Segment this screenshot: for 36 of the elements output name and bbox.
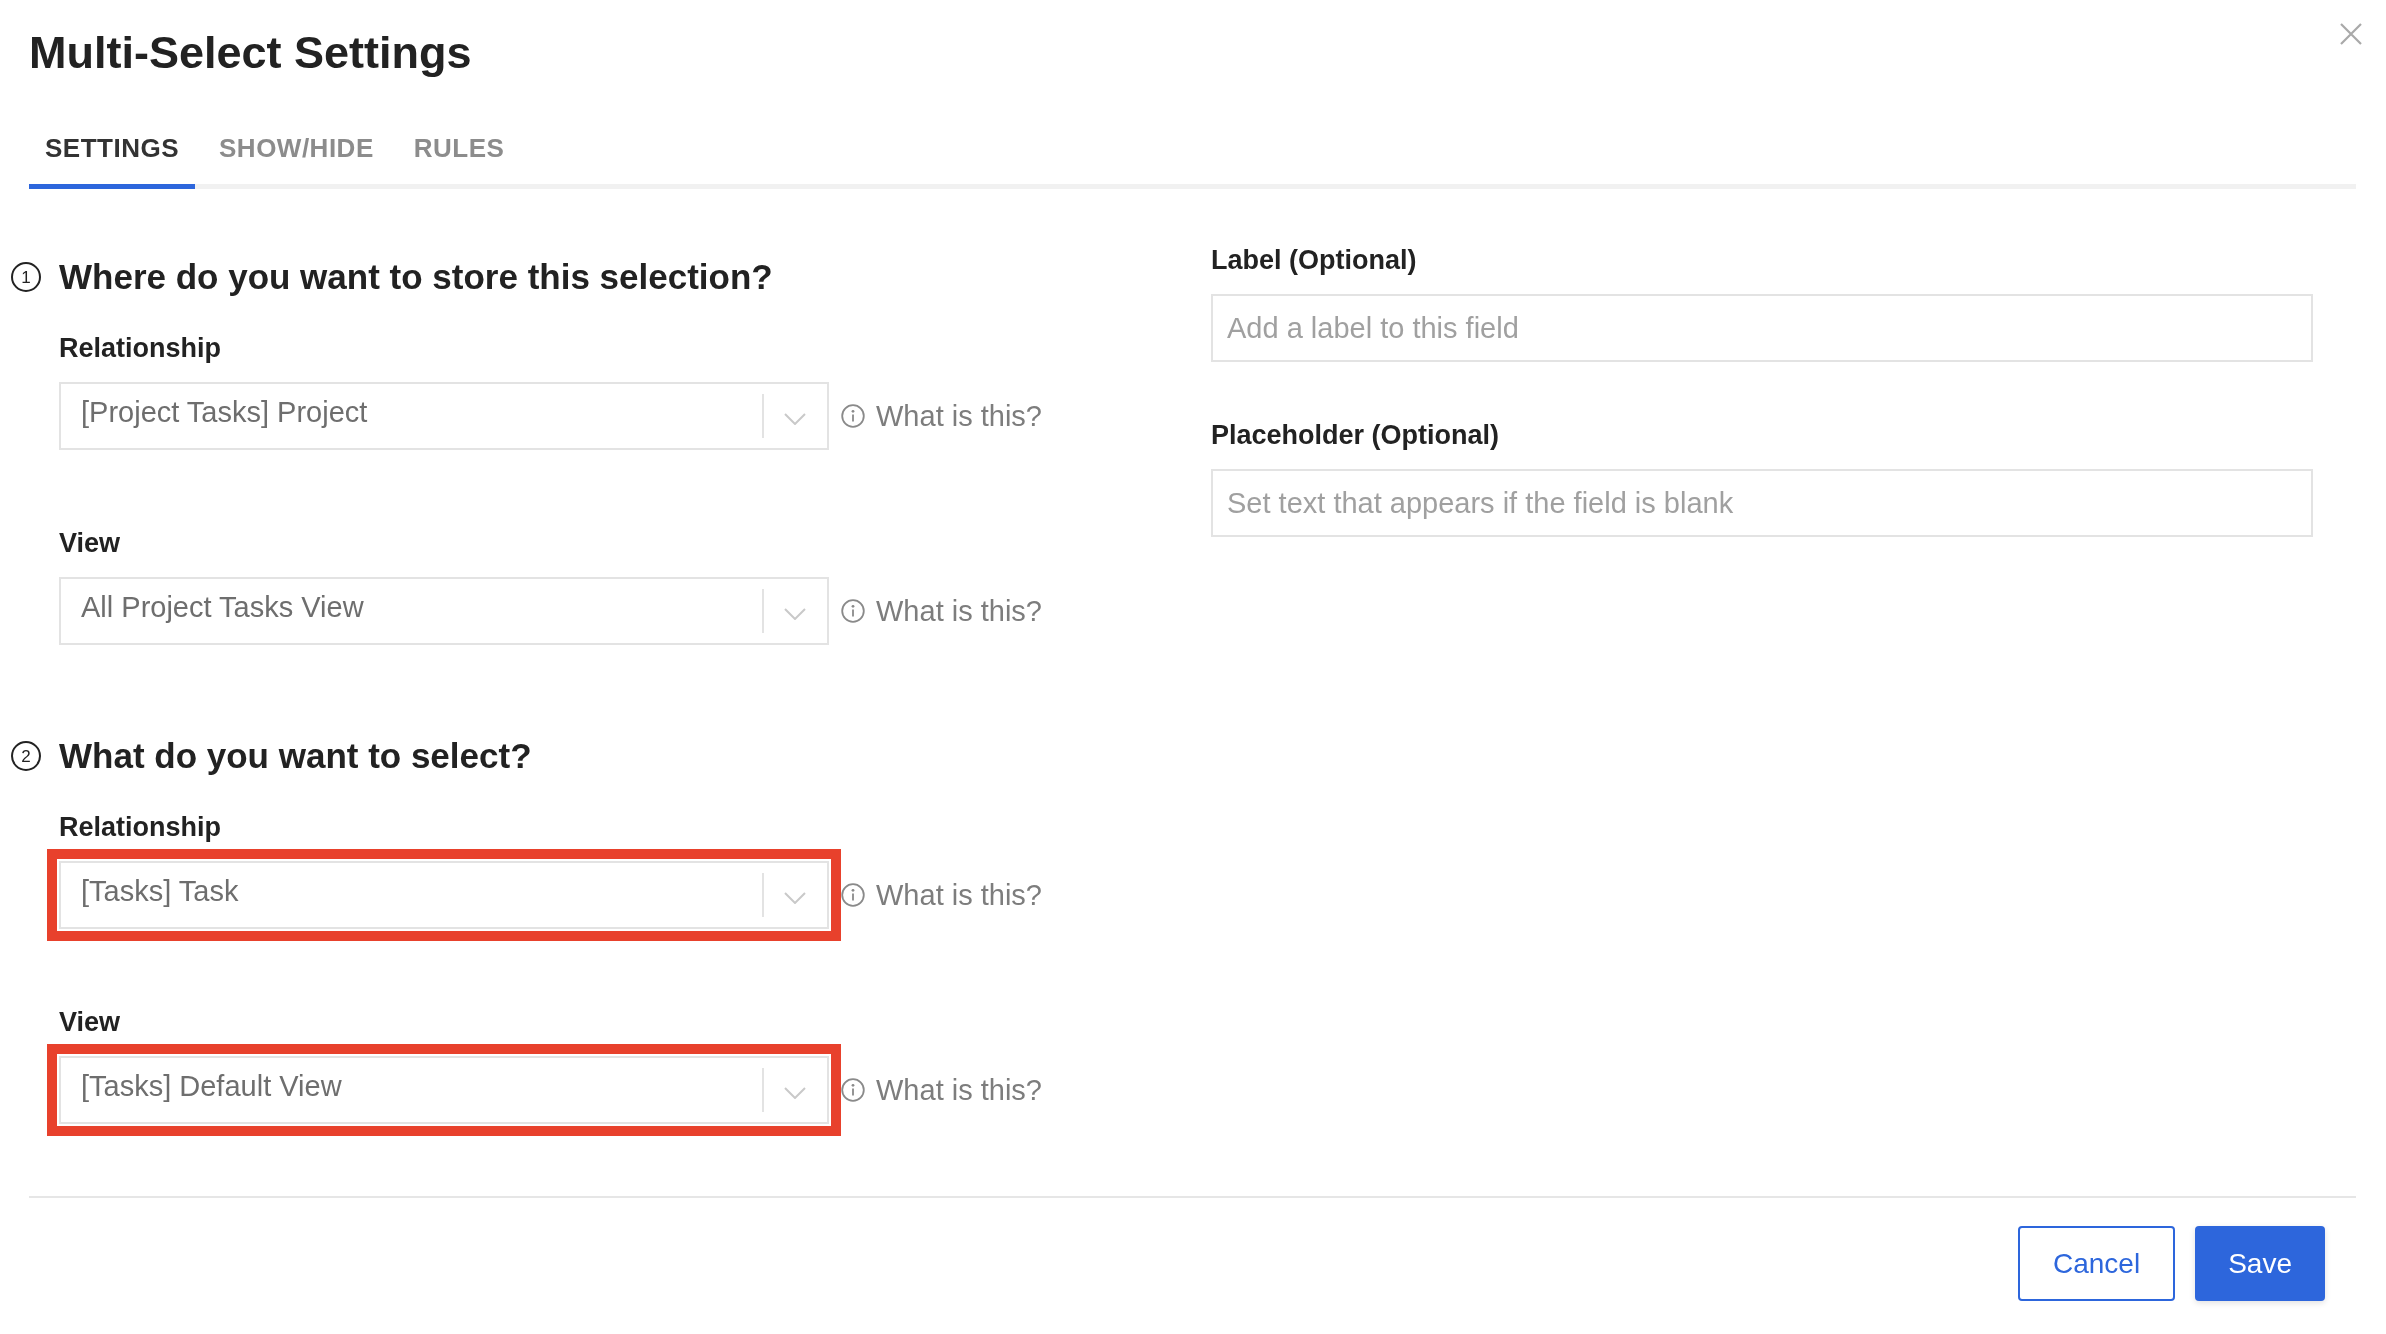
save-button[interactable]: Save	[2195, 1226, 2325, 1301]
cancel-button[interactable]: Cancel	[2018, 1226, 2176, 1301]
section-heading: What do you want to select?	[59, 736, 532, 776]
info-icon	[841, 883, 865, 907]
field-label: Placeholder (Optional)	[1211, 419, 1500, 451]
info-icon	[841, 1078, 865, 1102]
field-label: Label (Optional)	[1211, 244, 1417, 276]
field-label: View	[59, 527, 121, 559]
help-link[interactable]: What is this?	[841, 1073, 1042, 1107]
tab[interactable]: SHOW/HIDE	[203, 119, 390, 189]
dropdown[interactable]: All Project Tasks View	[59, 577, 829, 645]
help-link[interactable]: What is this?	[841, 399, 1042, 433]
text-field[interactable]: Add a label to this field	[1211, 294, 2313, 362]
tab[interactable]: SETTINGS	[29, 119, 195, 189]
dropdown[interactable]: [Tasks] Default View	[59, 1056, 829, 1124]
step-number: 1	[11, 262, 41, 292]
field-label: Relationship	[59, 811, 221, 843]
step-number: 2	[11, 741, 41, 771]
info-icon	[841, 404, 865, 428]
chevron-down-icon	[784, 608, 806, 620]
dropdown[interactable]: [Project Tasks] Project	[59, 382, 829, 450]
close-button[interactable]	[2340, 23, 2362, 45]
help-link[interactable]: What is this?	[841, 878, 1042, 912]
field-label: View	[59, 1006, 121, 1038]
dropdown[interactable]: [Tasks] Task	[59, 861, 829, 929]
info-icon	[841, 599, 865, 623]
chevron-down-icon	[784, 413, 806, 425]
dialog-title: Multi-Select Settings	[29, 27, 472, 79]
text-field[interactable]: Set text that appears if the field is blank	[1211, 469, 2313, 537]
tab[interactable]: RULES	[397, 119, 521, 189]
field-label: Relationship	[59, 332, 221, 364]
chevron-down-icon	[784, 892, 806, 904]
help-link[interactable]: What is this?	[841, 594, 1042, 628]
chevron-down-icon	[784, 1087, 806, 1099]
section-heading: Where do you want to store this selection?	[59, 257, 773, 297]
close-icon	[2340, 23, 2362, 45]
